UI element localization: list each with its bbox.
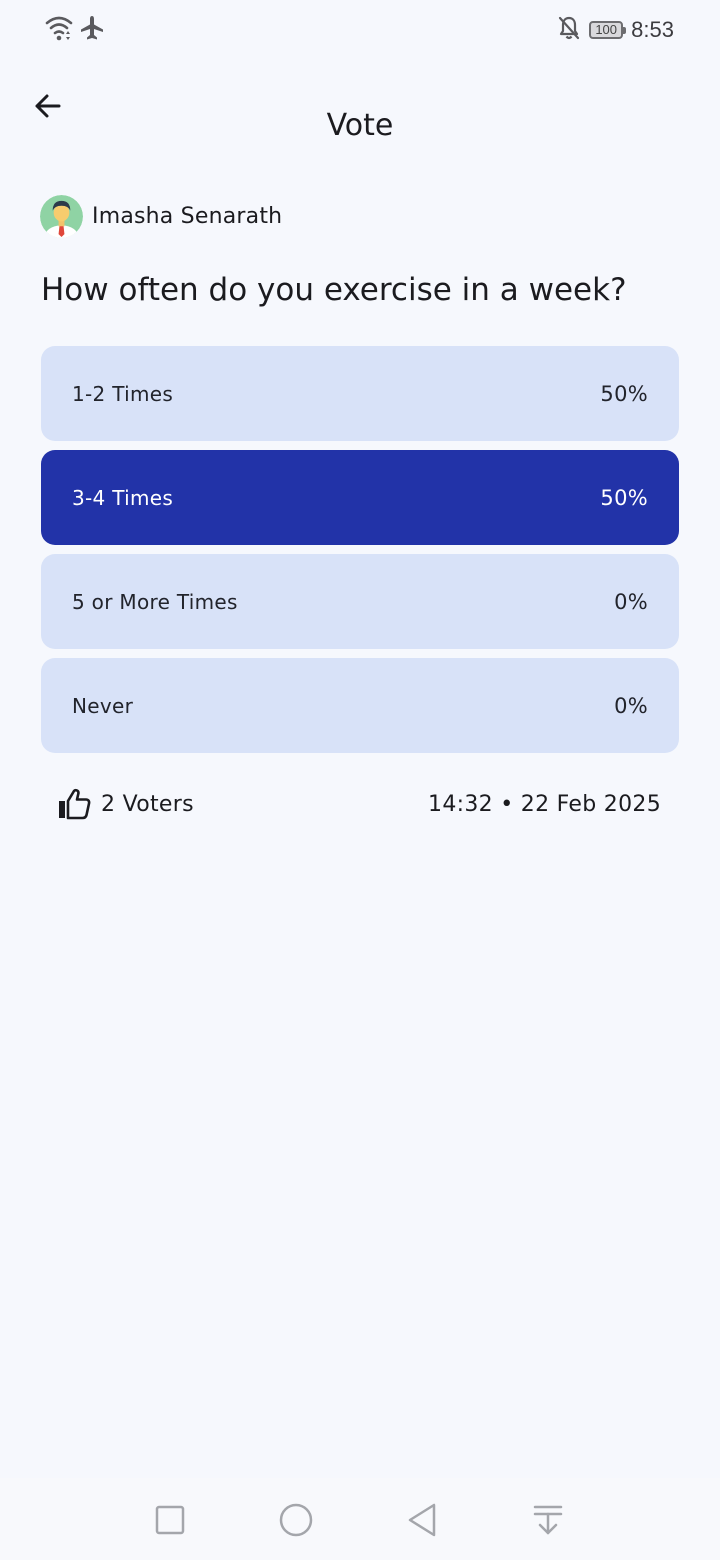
thumbs-up-icon bbox=[59, 788, 91, 820]
notifications-off-icon bbox=[557, 15, 581, 45]
poll-question: How often do you exercise in a week? bbox=[41, 272, 627, 308]
poll-option[interactable]: Never 0% bbox=[41, 658, 679, 753]
poll-author: Imasha Senarath bbox=[40, 195, 282, 238]
status-bar: 100 8:53 bbox=[0, 0, 720, 60]
option-percent: 0% bbox=[614, 589, 648, 614]
option-percent: 0% bbox=[614, 693, 648, 718]
poll-option[interactable]: 1-2 Times 50% bbox=[41, 346, 679, 441]
wifi-icon bbox=[44, 14, 74, 46]
poll-timestamp: 14:32 • 22 Feb 2025 bbox=[428, 791, 661, 817]
option-label: Never bbox=[72, 693, 134, 718]
back-nav-button[interactable] bbox=[400, 1498, 444, 1542]
poll-footer: 2 Voters 14:32 • 22 Feb 2025 bbox=[57, 784, 661, 824]
status-left-icons bbox=[44, 14, 104, 46]
battery-tip bbox=[623, 27, 627, 34]
option-label: 5 or More Times bbox=[72, 589, 238, 614]
airplane-mode-icon bbox=[80, 15, 104, 45]
page-title: Vote bbox=[326, 108, 394, 144]
battery-icon: 100 bbox=[589, 21, 627, 39]
status-right-icons: 100 8:53 bbox=[557, 14, 674, 46]
voters-label: 2 Voters bbox=[101, 791, 194, 817]
poll-option-selected[interactable]: 3-4 Times 50% bbox=[41, 450, 679, 545]
recent-apps-icon bbox=[155, 1505, 185, 1535]
avatar bbox=[40, 195, 83, 238]
notification-pull-button[interactable] bbox=[526, 1498, 570, 1542]
back-icon bbox=[408, 1503, 436, 1537]
home-button[interactable] bbox=[274, 1498, 318, 1542]
option-percent: 50% bbox=[600, 485, 648, 510]
system-nav-bar bbox=[0, 1478, 720, 1560]
poll-option[interactable]: 5 or More Times 0% bbox=[41, 554, 679, 649]
option-label: 3-4 Times bbox=[72, 485, 174, 510]
option-percent: 50% bbox=[600, 381, 648, 406]
poll-options: 1-2 Times 50% 3-4 Times 50% 5 or More Ti… bbox=[41, 346, 679, 762]
home-icon bbox=[279, 1503, 313, 1537]
arrow-left-icon bbox=[35, 94, 61, 118]
notification-pull-icon bbox=[533, 1505, 563, 1535]
option-label: 1-2 Times bbox=[72, 381, 174, 406]
battery-level: 100 bbox=[595, 22, 618, 37]
voters-count[interactable]: 2 Voters bbox=[57, 788, 194, 820]
clock: 8:53 bbox=[631, 17, 674, 42]
app-bar: Vote bbox=[0, 66, 720, 146]
author-name: Imasha Senarath bbox=[92, 204, 283, 229]
recent-apps-button[interactable] bbox=[148, 1498, 192, 1542]
back-button[interactable] bbox=[22, 80, 74, 132]
